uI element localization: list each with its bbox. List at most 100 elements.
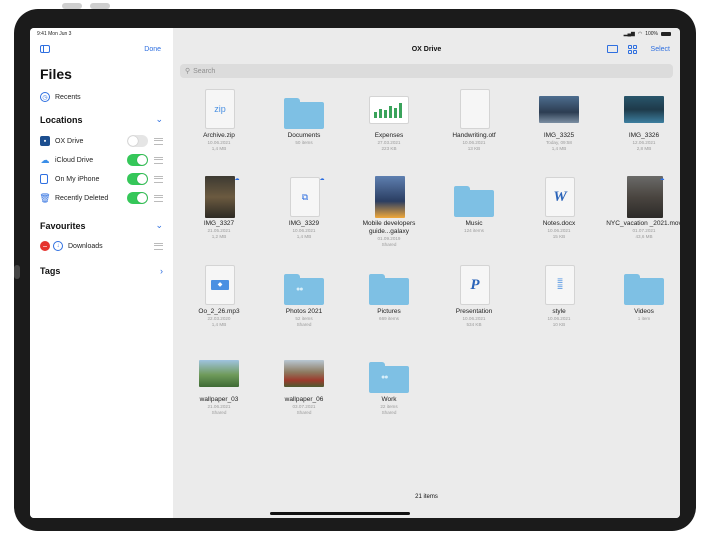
reorder-handle-icon[interactable] <box>154 194 163 202</box>
file-name: wallpaper_06 <box>284 396 324 403</box>
main-content: OX Drive Select ⚲ Search zip Archive.zip 1… <box>173 28 680 518</box>
file-name: Notes.docx <box>542 220 576 227</box>
section-title: Tags <box>40 266 61 276</box>
remove-icon[interactable]: − <box>40 241 50 251</box>
font-file-icon <box>460 89 490 129</box>
reorder-handle-icon[interactable] <box>154 156 163 164</box>
sidebar-toggle-icon[interactable] <box>40 45 50 53</box>
file-item[interactable]: wallpaper_03 21.06.2021 Shared <box>180 352 258 416</box>
file-item[interactable]: Mobile developers guide...galaxy 01.09.20… <box>350 176 428 248</box>
file-item[interactable]: IMG_3325 Today, 09:58 1,4 MB <box>520 88 598 152</box>
file-item[interactable]: Music 124 items <box>435 176 513 234</box>
file-name: Photos 2021 <box>285 308 323 315</box>
file-thumbnail <box>435 88 513 130</box>
sidebar-item-ox-drive[interactable]: ▪ OX Drive <box>40 132 163 150</box>
sidebar-item-on-my-iphone[interactable]: On My iPhone <box>40 170 163 188</box>
file-meta: 1,4 MB <box>551 146 567 151</box>
select-button[interactable]: Select <box>651 46 670 53</box>
sidebar-item-label: On My iPhone <box>55 175 100 183</box>
file-thumbnail <box>605 264 680 306</box>
file-name: Expenses <box>374 132 404 139</box>
file-item[interactable]: Work22 itemsShared <box>350 352 428 416</box>
file-name: Archive.zip <box>203 132 235 139</box>
file-item[interactable]: zip Archive.zip 10.06.2021 1,4 MB <box>180 88 258 152</box>
locations-section-header[interactable]: Locations ⌄ <box>40 114 163 125</box>
file-meta: 43,6 MB <box>635 234 653 239</box>
ox-drive-toggle[interactable] <box>127 135 148 147</box>
sidebar-item-recents[interactable]: ◷ Recents <box>40 88 163 106</box>
section-title: Locations <box>40 114 83 125</box>
shared-folder-icon <box>284 274 324 305</box>
on-my-iphone-toggle[interactable] <box>127 173 148 185</box>
grid-view-icon[interactable] <box>628 45 637 54</box>
file-item[interactable]: ◆ Oo_2_26.mp3 22.03.2020 1,4 MB <box>180 264 258 328</box>
chevron-down-icon: ⌄ <box>155 220 163 230</box>
file-name: Oo_2_26.mp3 <box>198 308 240 315</box>
zip-file-icon: zip <box>205 89 235 129</box>
reorder-handle-icon[interactable] <box>154 175 163 183</box>
file-thumbnail <box>605 88 680 130</box>
icloud-drive-toggle[interactable] <box>127 154 148 166</box>
file-item[interactable]: Pictures 669 items <box>350 264 428 322</box>
search-field[interactable]: ⚲ Search <box>180 64 673 78</box>
file-thumbnail <box>265 264 343 306</box>
sidebar-item-label: iCloud Drive <box>55 156 94 164</box>
file-item[interactable]: ☁ IMG_3327 21.05.2021 1,2 MB <box>180 176 258 240</box>
file-item[interactable]: wallpaper_06 03.07.2021 Shared <box>265 352 343 416</box>
status-time: 9:41 Mon Jun 3 <box>37 31 72 37</box>
phone-icon <box>40 174 48 184</box>
image-thumbnail <box>624 96 664 123</box>
file-item[interactable]: Expenses 27.03.2021 223 KB <box>350 88 428 152</box>
image-thumbnail <box>199 360 239 387</box>
file-item[interactable]: Videos 1 item <box>605 264 680 322</box>
file-item[interactable]: ⧉ ☁ IMG_3329 10.06.2021 1,4 MB <box>265 176 343 240</box>
file-name: Videos <box>634 308 654 315</box>
file-item[interactable]: IMG_3326 12.06.2021 2,8 MB <box>605 88 680 152</box>
cloud-icon: ☁ <box>40 154 50 165</box>
file-item[interactable]: P Presentation 10.06.2021 534 KB <box>435 264 513 328</box>
image-thumbnail <box>284 360 324 387</box>
sidebar-item-recently-deleted[interactable]: 🗑 Recently Deleted <box>39 189 163 207</box>
word-document-icon: W <box>545 177 575 217</box>
file-meta: 13 KB <box>467 146 481 151</box>
file-meta: Shared <box>381 410 397 415</box>
download-icon: ↓ <box>53 241 63 251</box>
favourites-section-header[interactable]: Favourites ⌄ <box>40 220 163 231</box>
new-folder-icon[interactable] <box>607 45 618 53</box>
file-item[interactable]: ≡ ≡ style 10.06.2021 10 KB <box>520 264 598 328</box>
file-name: IMG_3327 <box>203 220 235 227</box>
file-item[interactable]: ☁ NYC_vacation _2021.mov 01.07.2021 43,6 MB <box>605 176 680 240</box>
sidebar-item-icloud-drive[interactable]: ☁ iCloud Drive <box>40 151 163 169</box>
file-name: Handwriting.otf <box>452 132 496 139</box>
cloud-download-icon: ☁ <box>234 176 240 182</box>
home-indicator <box>270 512 410 515</box>
file-meta: 50 items <box>295 140 313 145</box>
file-meta: Shared <box>296 322 312 327</box>
cloud-download-icon: ☁ <box>319 176 325 182</box>
file-meta: 1,4 MB <box>211 322 227 327</box>
done-button[interactable]: Done <box>144 46 161 53</box>
volume-up-button <box>62 3 82 9</box>
tags-section-header[interactable]: Tags › <box>40 266 163 276</box>
file-item[interactable]: Documents 50 items <box>265 88 343 146</box>
file-item[interactable]: W Notes.docx 10.06.2021 15 KB <box>520 176 598 240</box>
file-meta: 2,8 MB <box>636 146 652 151</box>
item-count: 21 items <box>415 494 438 500</box>
audio-file-icon: ◆ <box>205 265 235 305</box>
file-item[interactable]: Handwriting.otf 10.06.2021 13 KB <box>435 88 513 152</box>
reorder-handle-icon[interactable] <box>154 242 163 250</box>
file-meta: 124 items <box>464 228 484 233</box>
volume-down-button <box>90 3 110 9</box>
file-meta: 10 KB <box>552 322 566 327</box>
presentation-file-icon: P <box>460 265 490 305</box>
sidebar-item-downloads[interactable]: − ↓ Downloads <box>40 237 163 255</box>
reorder-handle-icon[interactable] <box>154 137 163 145</box>
file-item[interactable]: Photos 202152 itemsShared <box>265 264 343 328</box>
status-bar: 9:41 Mon Jun 3 ▂▄▆ ◠ 100% <box>30 28 680 40</box>
power-button <box>14 265 20 279</box>
recently-deleted-toggle[interactable] <box>127 192 148 204</box>
text-file-icon: ≡ ≡ <box>545 265 575 305</box>
file-thumbnail: zip <box>180 88 258 130</box>
file-thumbnail <box>520 88 598 130</box>
file-name: wallpaper_03 <box>199 396 239 403</box>
